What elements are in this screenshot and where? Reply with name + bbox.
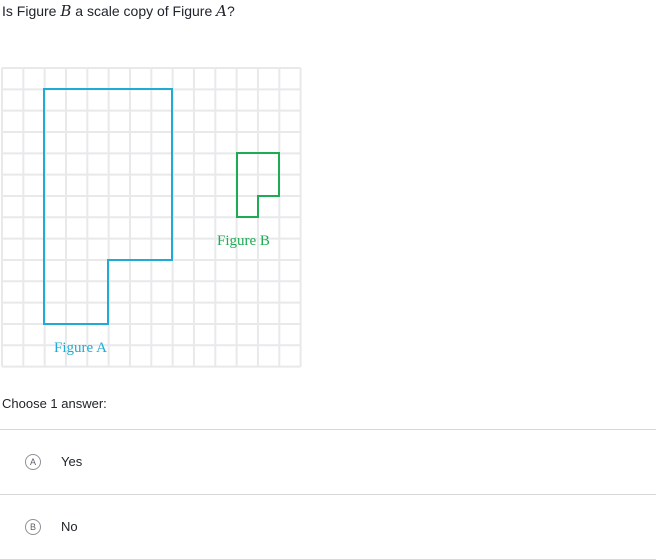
question-prefix: Is Figure bbox=[2, 3, 61, 19]
answer-choices: A Yes B No bbox=[0, 429, 656, 560]
variable-b: B bbox=[60, 2, 72, 20]
choice-a[interactable]: A Yes bbox=[0, 430, 656, 495]
choice-b-text: No bbox=[61, 519, 78, 534]
variable-a: A bbox=[216, 2, 227, 20]
choice-a-letter-badge: A bbox=[25, 454, 41, 470]
figure-a-label: Figure A bbox=[54, 340, 107, 356]
figure-diagram: Figure A Figure B bbox=[1, 67, 302, 368]
question-suffix: ? bbox=[226, 3, 235, 19]
figure-b-label: Figure B bbox=[217, 233, 270, 249]
choice-b-letter-badge: B bbox=[25, 519, 41, 535]
choice-a-text: Yes bbox=[61, 454, 83, 469]
choice-b[interactable]: B No bbox=[0, 495, 656, 560]
choose-prompt: Choose 1 answer: bbox=[2, 396, 107, 411]
question-text: Is Figure B a scale copy of Figure A? bbox=[2, 2, 235, 20]
question-middle: a scale copy of Figure bbox=[71, 3, 217, 19]
